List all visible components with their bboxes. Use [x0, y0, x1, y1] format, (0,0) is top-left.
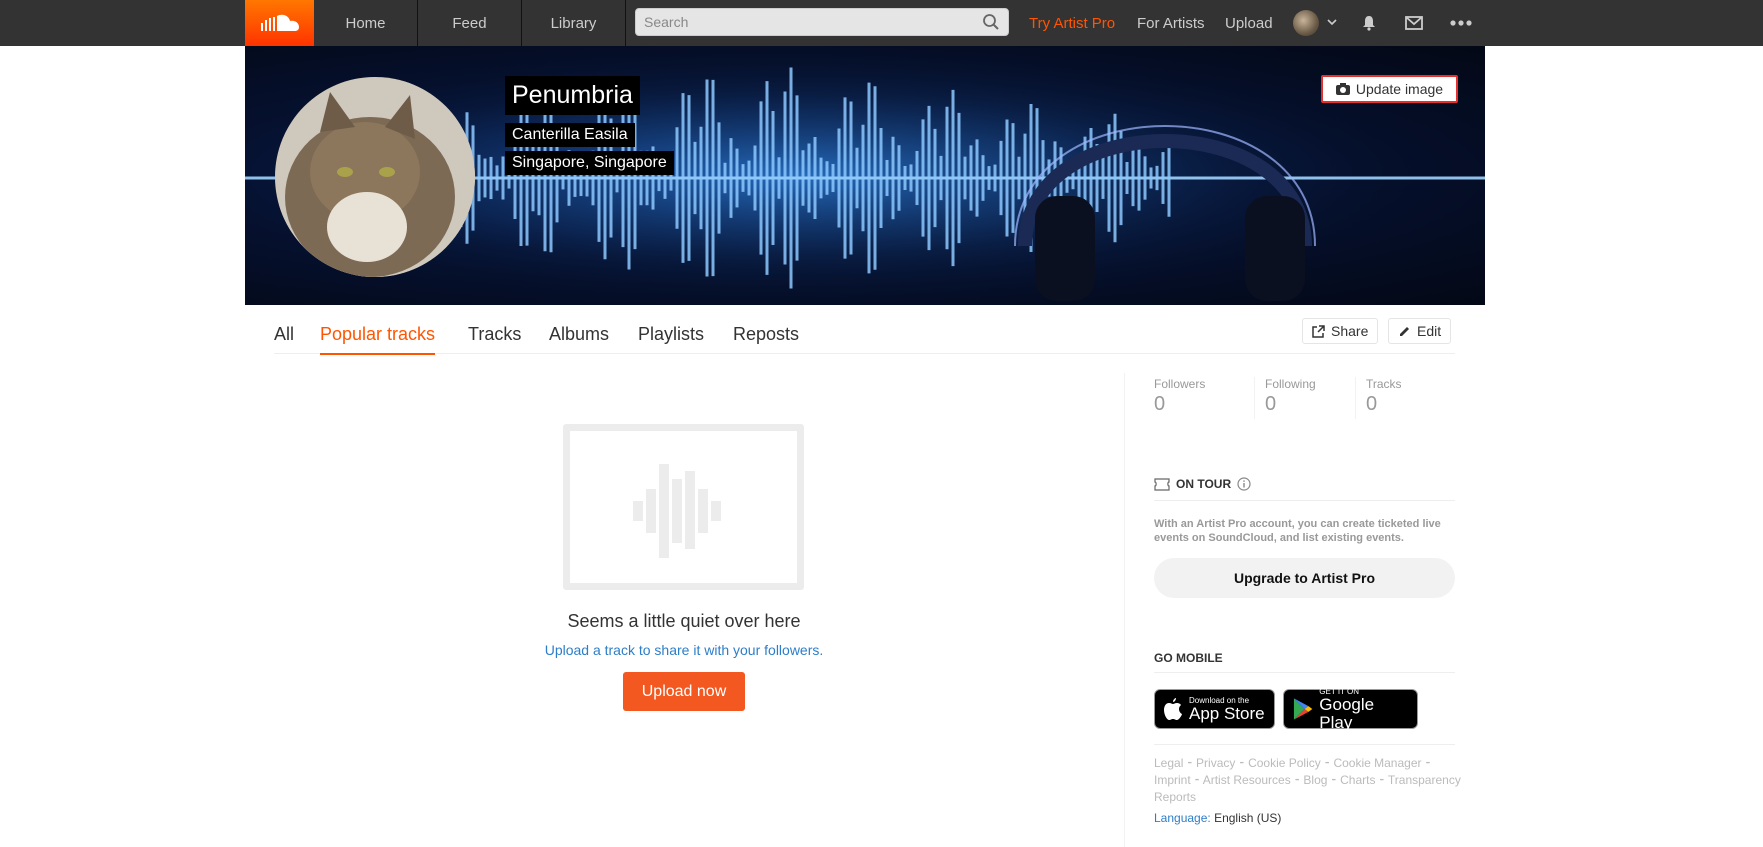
- on-tour-heading: ON TOUR: [1154, 477, 1251, 491]
- footer-link-charts[interactable]: Charts: [1340, 773, 1375, 787]
- language-value: English (US): [1214, 811, 1282, 825]
- nav-home[interactable]: Home: [314, 0, 418, 46]
- stat-tracks[interactable]: Tracks 0: [1366, 377, 1402, 416]
- share-label: Share: [1331, 323, 1369, 339]
- tab-playlists[interactable]: Playlists: [638, 324, 704, 353]
- stat-divider: [1355, 377, 1356, 419]
- update-image-label: Update image: [1355, 81, 1444, 97]
- tab-albums[interactable]: Albums: [549, 324, 609, 353]
- footer-link-cookie-manager[interactable]: Cookie Manager: [1333, 756, 1421, 770]
- profile-location: Singapore, Singapore: [505, 151, 674, 175]
- on-tour-title: ON TOUR: [1176, 477, 1232, 491]
- google-play-icon: [1293, 698, 1313, 720]
- profile-avatar-image[interactable]: [275, 77, 475, 277]
- footer-link-cookie-policy[interactable]: Cookie Policy: [1248, 756, 1321, 770]
- profile-display-name: Penumbria: [505, 76, 640, 115]
- footer-link-blog[interactable]: Blog: [1303, 773, 1327, 787]
- section-divider: [1154, 500, 1455, 501]
- apple-icon: [1164, 698, 1182, 720]
- app-store-badge[interactable]: Download on the App Store: [1154, 689, 1275, 729]
- google-play-big-text: Google Play: [1319, 694, 1375, 732]
- search-bar[interactable]: [635, 8, 1009, 36]
- upgrade-to-artist-pro-button[interactable]: Upgrade to Artist Pro: [1154, 558, 1455, 598]
- try-artist-pro-link[interactable]: Try Artist Pro: [1029, 0, 1115, 46]
- sidebar-divider: [1124, 373, 1125, 847]
- cat-photo-image: [275, 77, 475, 277]
- upload-track-link[interactable]: Upload a track to share it with your fol…: [474, 642, 894, 658]
- on-tour-description: With an Artist Pro account, you can crea…: [1154, 518, 1441, 544]
- edit-label: Edit: [1417, 323, 1442, 339]
- pencil-icon: [1400, 326, 1409, 336]
- edit-button[interactable]: Edit: [1388, 318, 1452, 344]
- tab-all[interactable]: All: [274, 324, 294, 353]
- stat-divider: [1254, 377, 1255, 419]
- stat-value: 0: [1154, 393, 1166, 415]
- app-store-big-text: App Store: [1189, 703, 1265, 723]
- language-selector[interactable]: Language: English (US): [1154, 811, 1281, 825]
- update-image-button[interactable]: Update image: [1321, 75, 1458, 103]
- app-store-text: Download on the App Store: [1189, 696, 1265, 723]
- footer-link-privacy[interactable]: Privacy: [1196, 756, 1235, 770]
- go-mobile-title: GO MOBILE: [1154, 651, 1223, 665]
- tab-tracks[interactable]: Tracks: [468, 324, 521, 353]
- soundcloud-logo[interactable]: [245, 0, 314, 46]
- section-divider: [1154, 744, 1455, 745]
- footer-links: Legal ⁃ Privacy ⁃ Cookie Policy ⁃ Cookie…: [1154, 756, 1461, 804]
- stat-label: Followers: [1154, 377, 1206, 391]
- more-dots-icon: [1450, 20, 1472, 26]
- empty-state-title: Seems a little quiet over here: [567, 611, 801, 631]
- bell-icon: [1363, 16, 1375, 31]
- language-label: Language:: [1154, 811, 1211, 825]
- more-options-button[interactable]: [1443, 0, 1479, 46]
- tab-reposts[interactable]: Reposts: [733, 324, 799, 353]
- empty-tracks-illustration: [563, 424, 804, 590]
- upload-link[interactable]: Upload: [1225, 0, 1273, 46]
- upload-now-button[interactable]: Upload now: [623, 672, 745, 711]
- stat-followers[interactable]: Followers 0: [1154, 377, 1205, 416]
- for-artists-link[interactable]: For Artists: [1137, 0, 1205, 46]
- google-play-text: GET IT ON Google Play: [1319, 687, 1409, 732]
- user-avatar[interactable]: [1293, 10, 1319, 36]
- profile-tabs: All Popular tracks Tracks Albums Playlis…: [274, 318, 1455, 355]
- nav-library[interactable]: Library: [522, 0, 626, 46]
- google-play-badge[interactable]: GET IT ON Google Play: [1283, 687, 1418, 732]
- top-navigation-inner: Home Feed Library Try Artist Pro For Art…: [245, 0, 1485, 46]
- stat-following[interactable]: Following 0: [1265, 377, 1316, 416]
- search-icon[interactable]: [982, 13, 1000, 31]
- nav-feed[interactable]: Feed: [418, 0, 522, 46]
- top-navigation-bar: Home Feed Library Try Artist Pro For Art…: [0, 0, 1763, 46]
- mail-icon: [1405, 16, 1423, 30]
- soundcloud-cloud-icon: [260, 14, 299, 31]
- info-icon[interactable]: [1237, 477, 1251, 491]
- chevron-down-icon[interactable]: [1326, 16, 1338, 28]
- waveform-placeholder-icon: [633, 464, 721, 558]
- search-input[interactable]: [644, 14, 982, 30]
- footer-link-legal[interactable]: Legal: [1154, 756, 1183, 770]
- ticket-icon: [1154, 477, 1170, 491]
- share-icon: [1312, 324, 1325, 338]
- profile-full-name: Canterilla Easila: [505, 123, 635, 147]
- stat-label: Tracks: [1366, 377, 1402, 391]
- section-divider: [1154, 672, 1455, 673]
- messages-button[interactable]: [1396, 0, 1432, 46]
- stat-value: 0: [1366, 393, 1378, 415]
- share-button[interactable]: Share: [1302, 318, 1379, 344]
- tab-popular-tracks[interactable]: Popular tracks: [320, 324, 436, 355]
- profile-header-banner: Penumbria Canterilla Easila Singapore, S…: [245, 46, 1485, 305]
- footer-link-imprint[interactable]: Imprint: [1154, 773, 1191, 787]
- camera-icon: [1335, 83, 1350, 95]
- notifications-button[interactable]: [1351, 0, 1387, 46]
- go-mobile-heading: GO MOBILE: [1154, 651, 1223, 665]
- footer-link-artist-resources[interactable]: Artist Resources: [1203, 773, 1291, 787]
- stat-label: Following: [1265, 377, 1316, 391]
- stat-value: 0: [1265, 393, 1277, 415]
